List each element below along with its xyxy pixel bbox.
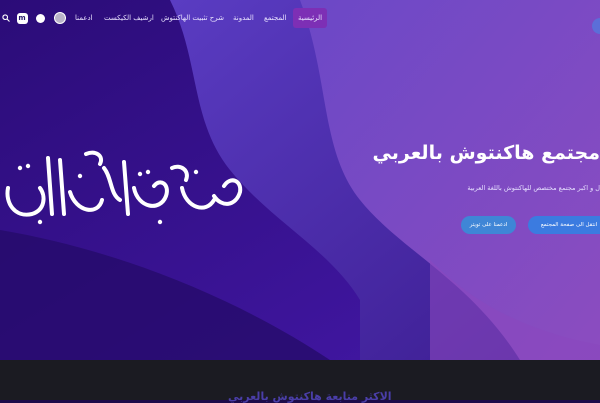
search-icon[interactable] (0, 12, 12, 24)
telegram-icon[interactable] (34, 12, 46, 24)
nav-item-blog[interactable]: المدونة (233, 8, 254, 28)
telegram-circle-icon (35, 13, 45, 23)
nav-item-support[interactable]: ادعمنا (75, 8, 93, 28)
avatar (54, 12, 66, 24)
go-to-community-button[interactable]: انتقل الى صفحة المجتمع (528, 216, 600, 234)
section-heading-partial: الاكثر متابعة هاكنتوش بالعربي (228, 390, 392, 403)
hero-title: مجتمع هاكنتوش بالعربي (372, 142, 600, 164)
hero-subtitle: ل و اكبر مجتمع مختصص للهاكنتوش باللغة ال… (467, 184, 600, 192)
nav-item-hackintosh-guide[interactable]: شرح تثبيت الهاكنتوش (161, 8, 224, 28)
hero-section: الرئيسية المجتمع المدونة شرح تثبيت الهاك… (0, 0, 600, 360)
m-logo-icon[interactable]: m (16, 12, 28, 24)
top-navigation: الرئيسية المجتمع المدونة شرح تثبيت الهاك… (0, 8, 600, 34)
support-on-twitter-button[interactable]: ادعمنا على تويتر (461, 216, 516, 234)
user-avatar[interactable] (54, 12, 66, 24)
arabic-calligraphy-logo (5, 150, 243, 225)
nav-item-community[interactable]: المجتمع (264, 8, 287, 28)
nav-item-kext-archive[interactable]: ارشيف الكيكست (104, 8, 154, 28)
nav-item-home[interactable]: الرئيسية (293, 8, 328, 28)
